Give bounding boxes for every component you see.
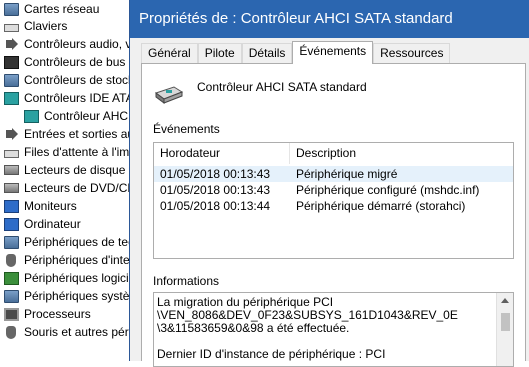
tree-item-audio-controllers[interactable]: Contrôleurs audio, v bbox=[4, 35, 131, 53]
tree-item-label: Contrôleurs de bus U bbox=[24, 55, 138, 69]
tree-item-storage-controllers[interactable]: Contrôleurs de stock bbox=[4, 71, 134, 89]
information-scrollbar[interactable] bbox=[496, 293, 513, 366]
column-header-timestamp[interactable]: Horodateur bbox=[154, 143, 290, 164]
event-time: 01/05/2018 00:13:44 bbox=[160, 199, 271, 213]
tree-item-tech-devices[interactable]: Périphériques de tec bbox=[4, 233, 134, 251]
disk-drive-icon bbox=[4, 165, 19, 175]
storage-controller-icon bbox=[4, 73, 19, 87]
event-description: Périphérique configuré (mshdc.inf) bbox=[296, 183, 480, 197]
tree-item-label: Périphériques de tec bbox=[24, 235, 135, 249]
tree-item-usb-controllers[interactable]: Contrôleurs de bus U bbox=[4, 53, 137, 71]
tree-item-processors[interactable]: Processeurs bbox=[4, 305, 91, 323]
events-label: Événements bbox=[153, 122, 220, 136]
tech-device-icon bbox=[4, 235, 19, 249]
table-row[interactable]: 01/05/2018 00:13:44 Périphérique démarré… bbox=[154, 198, 513, 214]
tree-item-label: Claviers bbox=[24, 19, 68, 33]
tab-events[interactable]: Événements bbox=[292, 41, 374, 64]
tab-details[interactable]: Détails bbox=[241, 43, 293, 64]
tree-item-label: Files d'attente à l'im bbox=[24, 145, 130, 159]
tree-item-label: Périphériques d'inte bbox=[24, 253, 130, 267]
tree-item-label: Périphériques logici bbox=[24, 271, 129, 285]
tree-item-label: Périphériques systèn bbox=[24, 289, 137, 303]
ide-controller-icon bbox=[4, 91, 19, 105]
tree-item-ide-controllers[interactable]: Contrôleurs IDE ATA bbox=[4, 89, 134, 107]
software-device-icon bbox=[4, 271, 19, 285]
tree-item-software-devices[interactable]: Périphériques logici bbox=[4, 269, 129, 287]
tree-item-label: Cartes réseau bbox=[24, 2, 100, 16]
scroll-up-arrow-icon[interactable] bbox=[501, 298, 509, 303]
tree-item-ahci-controller[interactable]: Contrôleur AHC bbox=[24, 107, 128, 125]
events-table[interactable]: Horodateur Description 01/05/2018 00:13:… bbox=[153, 142, 514, 259]
event-description: Périphérique démarré (storahci) bbox=[296, 199, 466, 213]
hid-icon bbox=[6, 253, 16, 267]
keyboard-icon bbox=[4, 24, 19, 32]
event-time: 01/05/2018 00:13:43 bbox=[160, 183, 271, 197]
events-tab-page: Contrôleur AHCI SATA standard Événements… bbox=[141, 63, 526, 367]
dialog-title: Propriétés de : Contrôleur AHCI SATA sta… bbox=[139, 10, 453, 27]
information-textbox[interactable]: La migration du périphérique PCI \VEN_80… bbox=[153, 292, 514, 367]
processor-icon bbox=[4, 307, 19, 321]
system-device-icon bbox=[4, 289, 19, 303]
table-row[interactable]: 01/05/2018 00:13:43 Périphérique migré bbox=[154, 166, 513, 182]
tab-bar: Général Pilote Détails Événements Ressou… bbox=[141, 41, 451, 64]
table-header: Horodateur Description bbox=[154, 143, 513, 164]
event-description: Périphérique migré bbox=[296, 167, 398, 181]
print-queue-icon bbox=[4, 150, 19, 158]
tree-item-label: Contrôleurs audio, v bbox=[24, 37, 132, 51]
tree-item-label: Contrôleur AHC bbox=[44, 109, 129, 123]
tab-driver[interactable]: Pilote bbox=[197, 43, 242, 64]
properties-dialog: Propriétés de : Contrôleur AHCI SATA sta… bbox=[129, 0, 529, 367]
tree-item-label: Entrées et sorties au bbox=[24, 127, 135, 141]
tree-item-keyboards[interactable]: Claviers bbox=[4, 17, 67, 35]
ahci-controller-icon bbox=[24, 109, 39, 123]
tree-item-mice[interactable]: Souris et autres périp bbox=[4, 323, 138, 341]
scrollbar-thumb[interactable] bbox=[501, 313, 510, 331]
column-header-description[interactable]: Description bbox=[290, 143, 513, 164]
audio-io-icon bbox=[4, 127, 19, 141]
audio-icon bbox=[4, 37, 19, 51]
tree-item-dvd-drives[interactable]: Lecteurs de DVD/CD bbox=[4, 179, 136, 197]
tree-item-label: Lecteurs de DVD/CD bbox=[24, 181, 137, 195]
computer-icon bbox=[4, 217, 19, 231]
tree-item-audio-io[interactable]: Entrées et sorties au bbox=[4, 125, 134, 143]
table-row[interactable]: 01/05/2018 00:13:43 Périphérique configu… bbox=[154, 182, 513, 198]
tree-item-label: Lecteurs de disque bbox=[24, 163, 126, 177]
storage-controller-icon bbox=[154, 86, 184, 104]
event-time: 01/05/2018 00:13:43 bbox=[160, 167, 271, 181]
tab-resources[interactable]: Ressources bbox=[373, 43, 451, 64]
dialog-titlebar[interactable]: Propriétés de : Contrôleur AHCI SATA sta… bbox=[130, 0, 529, 38]
device-tree: Cartes réseau Claviers Contrôleurs audio… bbox=[0, 0, 140, 361]
tree-item-label: Contrôleurs IDE ATA bbox=[24, 91, 134, 105]
tree-item-network-adapters[interactable]: Cartes réseau bbox=[4, 0, 99, 18]
tree-item-monitors[interactable]: Moniteurs bbox=[4, 197, 77, 215]
tab-general[interactable]: Général bbox=[141, 43, 198, 64]
tree-item-computer[interactable]: Ordinateur bbox=[4, 215, 81, 233]
tree-item-print-queues[interactable]: Files d'attente à l'im bbox=[4, 143, 129, 161]
tree-item-label: Ordinateur bbox=[24, 217, 81, 231]
tree-item-label: Processeurs bbox=[24, 307, 91, 321]
tree-item-disk-drives[interactable]: Lecteurs de disque bbox=[4, 161, 125, 179]
tree-item-label: Souris et autres périp bbox=[24, 325, 139, 339]
tree-item-label: Contrôleurs de stock bbox=[24, 73, 135, 87]
usb-icon bbox=[4, 55, 19, 69]
tree-item-hid-devices[interactable]: Périphériques d'inte bbox=[4, 251, 130, 269]
monitor-icon bbox=[4, 199, 19, 213]
information-label: Informations bbox=[153, 274, 220, 288]
device-name: Contrôleur AHCI SATA standard bbox=[197, 80, 367, 94]
tree-item-label: Moniteurs bbox=[24, 199, 77, 213]
network-adapter-icon bbox=[4, 2, 19, 16]
tree-item-system-devices[interactable]: Périphériques systèn bbox=[4, 287, 136, 305]
mouse-icon bbox=[6, 325, 16, 339]
information-text: La migration du périphérique PCI \VEN_80… bbox=[157, 295, 458, 361]
dvd-drive-icon bbox=[4, 183, 19, 193]
